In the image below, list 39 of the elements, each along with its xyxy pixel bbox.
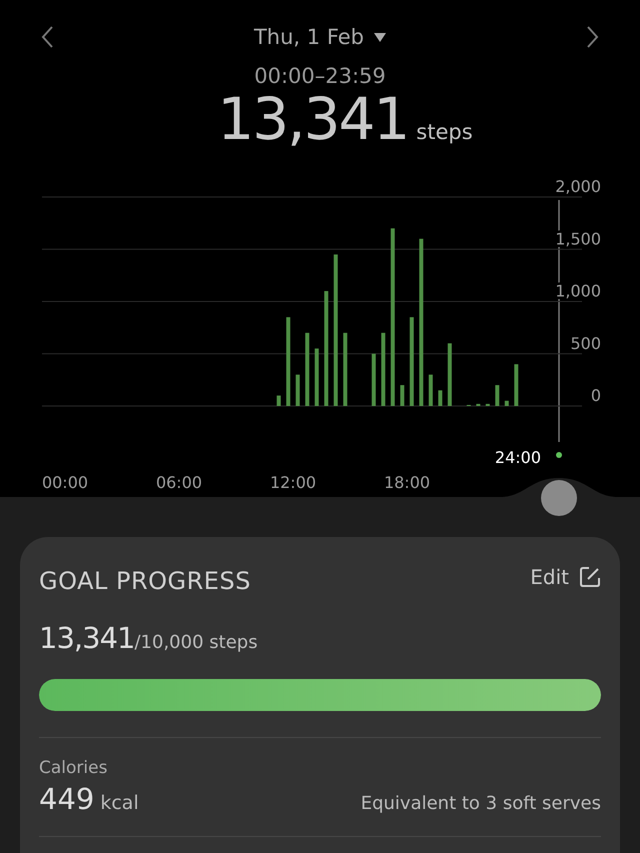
time-range: 00:00–23:59 bbox=[253, 64, 387, 88]
calories-equivalent: Equivalent to 3 soft serves bbox=[360, 793, 601, 814]
edit-button[interactable]: Edit bbox=[530, 565, 601, 589]
step-bar bbox=[438, 390, 442, 406]
step-bar bbox=[504, 400, 509, 406]
step-bar bbox=[372, 354, 376, 406]
edit-icon bbox=[579, 566, 601, 588]
step-bar bbox=[495, 385, 500, 406]
next-icon[interactable] bbox=[586, 25, 600, 49]
calories-value: 449 bbox=[39, 782, 94, 816]
steps-current: 13,341 bbox=[39, 621, 134, 655]
step-bar bbox=[276, 396, 281, 406]
step-bar bbox=[428, 374, 433, 406]
step-bar bbox=[296, 374, 300, 406]
steps-target: /10,000 steps bbox=[134, 632, 258, 653]
step-unit: steps bbox=[416, 120, 473, 144]
step-bar bbox=[314, 348, 319, 406]
cursor-time: 24:00 bbox=[494, 448, 541, 467]
calories-unit: kcal bbox=[100, 792, 139, 814]
y-axis-label: 500 bbox=[570, 334, 601, 353]
step-bar bbox=[486, 404, 490, 406]
x-axis-label: 06:00 bbox=[156, 473, 202, 492]
date-selector[interactable]: Thu, 1 Feb bbox=[254, 25, 386, 49]
step-total: 13,341 bbox=[217, 88, 408, 150]
x-axis-label: 12:00 bbox=[270, 473, 316, 492]
x-axis-label: 00:00 bbox=[42, 473, 88, 492]
step-bar bbox=[514, 364, 518, 406]
card-title: GOAL PROGRESS bbox=[39, 567, 251, 595]
caret-icon bbox=[374, 32, 386, 42]
previous-icon[interactable] bbox=[40, 25, 54, 49]
x-axis-label: 18:00 bbox=[384, 473, 430, 492]
y-axis-label: 0 bbox=[590, 386, 601, 405]
step-bar bbox=[400, 385, 404, 406]
y-axis-label: 2,000 bbox=[555, 177, 601, 196]
calories-label: Calories bbox=[39, 758, 108, 778]
step-bar bbox=[476, 404, 480, 406]
step-bar bbox=[448, 343, 452, 406]
cursor-dot bbox=[556, 452, 562, 458]
slider-knob[interactable] bbox=[541, 480, 577, 516]
